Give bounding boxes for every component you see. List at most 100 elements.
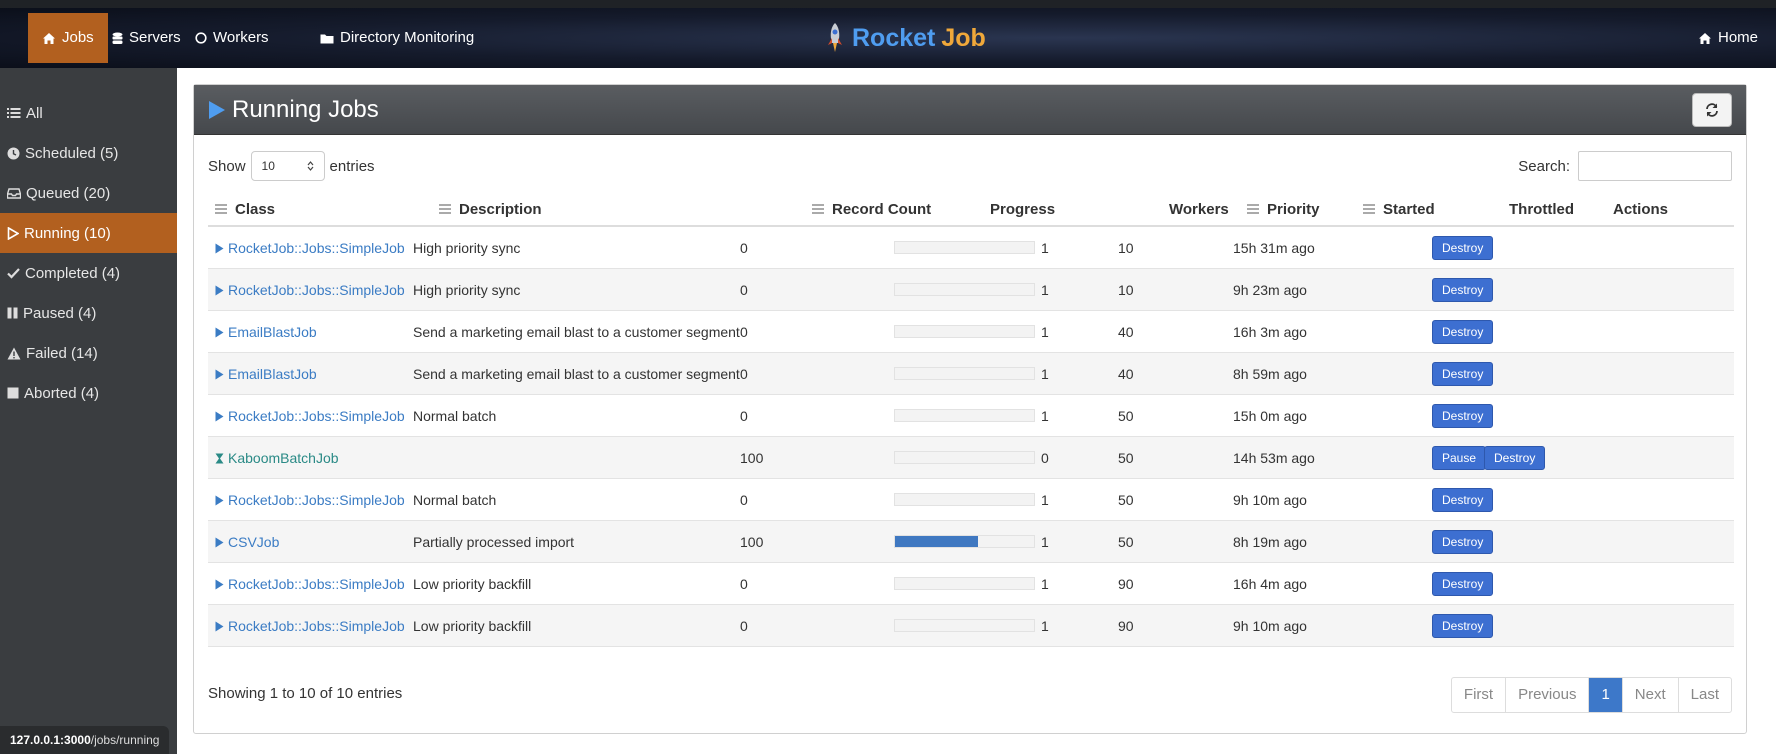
destroy-button[interactable]: Destroy (1432, 572, 1494, 596)
search-input[interactable] (1578, 151, 1732, 181)
pager-next[interactable]: Next (1623, 678, 1679, 712)
job-progress-bar (894, 619, 1035, 632)
home-link[interactable]: Home (1698, 13, 1758, 63)
job-class-link[interactable]: EmailBlastJob (215, 353, 317, 395)
sort-icon (215, 204, 227, 214)
column-actions: Actions (1613, 201, 1668, 218)
pager-last[interactable]: Last (1679, 678, 1731, 712)
nav-directory-monitoring-label: Directory Monitoring (340, 29, 475, 46)
job-class-label: RocketJob::Jobs::SimpleJob (228, 492, 405, 508)
job-priority: 90 (1118, 576, 1134, 592)
column-class[interactable]: Class (215, 201, 275, 218)
play-icon (7, 226, 19, 240)
pager-first[interactable]: First (1452, 678, 1507, 712)
column-priority[interactable]: Priority (1247, 201, 1320, 218)
job-description: High priority sync (413, 282, 521, 298)
column-record-count-label: Record Count (832, 200, 932, 218)
job-started: 8h 59m ago (1233, 366, 1307, 382)
nav-workers[interactable]: Workers (181, 13, 283, 63)
table-row: RocketJob::Jobs::SimpleJob High priority … (208, 227, 1734, 269)
job-workers: 1 (1041, 618, 1049, 634)
rocket-icon (828, 23, 842, 52)
destroy-button[interactable]: Destroy (1432, 236, 1494, 260)
job-class-label: EmailBlastJob (228, 366, 317, 382)
job-record-count: 0 (740, 240, 748, 256)
destroy-button[interactable]: Destroy (1432, 404, 1494, 428)
destroy-button[interactable]: Destroy (1432, 320, 1494, 344)
column-description[interactable]: Description (439, 201, 542, 218)
updown-icon (307, 161, 313, 171)
column-workers[interactable]: Workers (1169, 201, 1229, 218)
job-progress-bar (894, 493, 1035, 506)
job-class-link[interactable]: RocketJob::Jobs::SimpleJob (215, 605, 405, 647)
table-row: EmailBlastJob Send a marketing email blas… (208, 311, 1734, 353)
sidebar-item-queued[interactable]: Queued (20) (0, 173, 177, 213)
column-throttled[interactable]: Throttled (1509, 201, 1574, 218)
job-priority: 10 (1118, 282, 1134, 298)
sidebar-item-label: Scheduled (5) (25, 144, 119, 162)
check-icon (7, 268, 20, 279)
sidebar-item-aborted[interactable]: Aborted (4) (0, 373, 177, 413)
column-progress[interactable]: Progress (990, 201, 1055, 218)
play-icon (215, 621, 224, 631)
destroy-button[interactable]: Destroy (1432, 488, 1494, 512)
brand-logo[interactable]: Rocket Job (824, 20, 986, 56)
column-workers-label: Workers (1169, 200, 1229, 218)
sidebar-item-label: Queued (20) (26, 184, 111, 202)
destroy-button[interactable]: Destroy (1432, 362, 1494, 386)
pagination: First Previous 1 Next Last (1450, 677, 1732, 713)
nav-jobs[interactable]: Jobs (28, 13, 108, 63)
job-class-label: KaboomBatchJob (228, 450, 339, 466)
destroy-button[interactable]: Destroy (1432, 530, 1494, 554)
sidebar-item-completed[interactable]: Completed (4) (0, 253, 177, 293)
database-icon (112, 32, 123, 44)
play-icon (215, 327, 224, 337)
table-controls: Show 10 entries Search: (208, 150, 1732, 182)
brand-rocket-text: Rocket (852, 23, 936, 52)
job-workers: 1 (1041, 366, 1049, 382)
column-started-label: Started (1383, 200, 1435, 218)
destroy-button[interactable]: Destroy (1432, 614, 1494, 638)
job-class-link[interactable]: RocketJob::Jobs::SimpleJob (215, 563, 405, 605)
nav-directory-monitoring[interactable]: Directory Monitoring (306, 13, 488, 63)
job-class-link[interactable]: RocketJob::Jobs::SimpleJob (215, 227, 405, 269)
job-record-count: 0 (740, 282, 748, 298)
column-description-label: Description (459, 200, 542, 218)
refresh-icon (1706, 103, 1718, 117)
refresh-button[interactable] (1692, 93, 1732, 127)
sidebar-item-paused[interactable]: Paused (4) (0, 293, 177, 333)
sidebar-item-label: Running (10) (24, 224, 111, 242)
page-length-value: 10 (261, 159, 275, 173)
column-started[interactable]: Started (1363, 201, 1435, 218)
page-length-select[interactable]: 10 (250, 151, 325, 181)
pager-1[interactable]: 1 (1589, 678, 1623, 712)
sidebar-item-all[interactable]: All (0, 93, 177, 133)
job-priority: 10 (1118, 240, 1134, 256)
play-icon (215, 495, 224, 505)
job-progress-bar (894, 409, 1035, 422)
sidebar-item-running[interactable]: Running (10) (0, 213, 177, 253)
job-class-link[interactable]: KaboomBatchJob (215, 437, 339, 479)
play-icon (215, 537, 224, 547)
job-record-count: 0 (740, 366, 748, 382)
table-row: CSVJob Partially processed import 100 1 50 8h… (208, 521, 1734, 563)
job-progress-bar (894, 535, 1035, 548)
destroy-button[interactable]: Destroy (1484, 446, 1546, 470)
destroy-button[interactable]: Destroy (1432, 278, 1494, 302)
pause-button[interactable]: Pause (1432, 446, 1487, 470)
job-class-link[interactable]: CSVJob (215, 521, 279, 563)
column-record-count[interactable]: Record Count (812, 201, 931, 218)
list-icon (7, 108, 21, 118)
job-class-link[interactable]: RocketJob::Jobs::SimpleJob (215, 479, 405, 521)
brand-job-text: Job (941, 23, 986, 52)
sidebar-item-scheduled[interactable]: Scheduled (5) (0, 133, 177, 173)
clock-icon (7, 147, 20, 159)
job-class-link[interactable]: EmailBlastJob (215, 311, 317, 353)
sidebar-item-failed[interactable]: Failed (14) (0, 333, 177, 373)
pager-previous[interactable]: Previous (1506, 678, 1590, 712)
job-class-link[interactable]: RocketJob::Jobs::SimpleJob (215, 395, 405, 437)
job-record-count: 100 (740, 534, 764, 550)
job-progress-bar (894, 451, 1035, 464)
job-class-link[interactable]: RocketJob::Jobs::SimpleJob (215, 269, 405, 311)
job-workers: 1 (1041, 282, 1049, 298)
